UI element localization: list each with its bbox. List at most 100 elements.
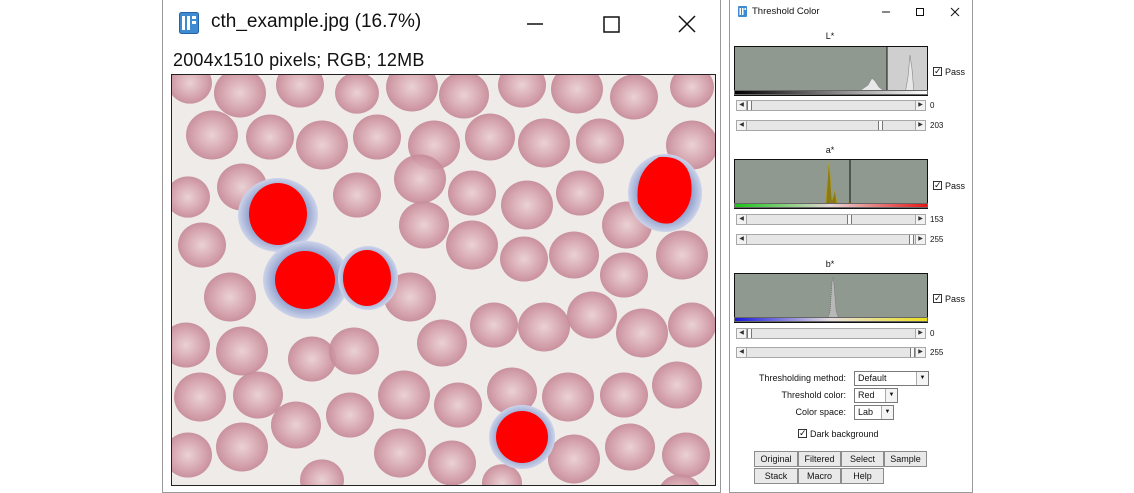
red-blood-cell [605,423,655,471]
red-blood-cell [662,432,710,478]
arrow-left-icon[interactable]: ◀ [737,329,747,338]
channel-label-l: L* [825,31,835,41]
color-space-label: Color space: [795,407,846,417]
red-blood-cell [542,372,594,422]
stack-button[interactable]: Stack [754,468,798,484]
slider-thumb[interactable] [909,235,914,244]
minimize-button[interactable] [515,8,555,40]
help-button[interactable]: Help [841,468,884,484]
threshold-color-dialog: Threshold Color L* Pass ◀▶ 0 ◀▶ 203 a* [729,0,973,493]
original-button[interactable]: Original [754,451,798,467]
slider-a-min[interactable]: ◀ ▶ [736,214,926,225]
slider-b-max[interactable]: ◀ ▶ [736,347,926,358]
thresholding-method-select[interactable]: Default ▼ [854,371,929,386]
slider-thumb[interactable] [878,121,883,130]
dialog-titlebar[interactable]: Threshold Color [730,0,972,24]
arrow-left-icon[interactable]: ◀ [737,215,747,224]
dark-background-checkbox[interactable]: Dark background [798,427,879,439]
red-blood-cell [616,308,668,358]
slider-thumb[interactable] [747,101,752,110]
thresholding-method-label: Thresholding method: [758,373,846,383]
pass-checkbox-l[interactable]: Pass [933,65,965,79]
image-canvas[interactable] [171,74,716,486]
macro-button[interactable]: Macro [798,468,841,484]
minimize-icon [527,23,543,25]
threshold-color-select[interactable]: Red ▼ [854,388,898,403]
red-blood-cell [329,327,379,375]
slider-thumb[interactable] [847,215,852,224]
red-blood-cell [288,336,336,382]
red-blood-cell [428,440,476,485]
maximize-icon [603,16,620,33]
slider-l-max[interactable]: ◀ ▶ [736,120,926,131]
red-blood-cell [600,372,648,418]
image-window: cth_example.jpg (16.7%) 2004x1510 pixels… [162,0,721,493]
red-blood-cell [216,422,268,472]
red-blood-cell [271,401,321,449]
slider-b-max-value: 255 [930,348,944,357]
select-button[interactable]: Select [841,451,884,467]
slider-b-min-value: 0 [930,329,935,338]
blood-smear-image [172,75,715,485]
histogram-a [734,159,928,209]
maximize-icon [916,8,924,16]
imagej-app-icon [738,6,747,17]
arrow-left-icon[interactable]: ◀ [737,348,747,357]
arrow-right-icon[interactable]: ▶ [915,121,925,130]
red-blood-cell [434,382,482,428]
close-button[interactable] [667,8,707,40]
red-blood-cell [501,180,553,230]
arrow-right-icon[interactable]: ▶ [915,329,925,338]
red-blood-cell [326,392,374,438]
arrow-left-icon[interactable]: ◀ [737,235,747,244]
red-blood-cell [610,75,658,120]
slider-thumb[interactable] [747,329,752,338]
dialog-minimize-button[interactable] [876,3,896,21]
red-blood-cell [446,220,498,270]
checkbox-checked-icon [933,292,942,304]
arrow-left-icon[interactable]: ◀ [737,101,747,110]
checkbox-checked-icon [933,65,942,77]
pass-checkbox-a[interactable]: Pass [933,179,965,193]
chevron-down-icon: ▼ [881,406,893,419]
red-blood-cell [378,370,430,420]
slider-l-min-value: 0 [930,101,935,110]
red-blood-cell [548,434,600,484]
channel-label-b: b* [825,259,835,269]
arrow-right-icon[interactable]: ▶ [915,215,925,224]
arrow-right-icon[interactable]: ▶ [915,101,925,110]
red-blood-cell [500,236,548,282]
chevron-down-icon: ▼ [916,372,928,385]
slider-l-min[interactable]: ◀ ▶ [736,100,926,111]
arrow-right-icon[interactable]: ▶ [915,348,925,357]
red-blood-cell [186,110,238,160]
arrow-right-icon[interactable]: ▶ [915,235,925,244]
red-blood-cell [567,291,617,339]
red-blood-cell [178,222,226,268]
arrow-left-icon[interactable]: ◀ [737,121,747,130]
slider-a-max[interactable]: ◀ ▶ [736,234,926,245]
slider-b-min[interactable]: ◀ ▶ [736,328,926,339]
histogram-b [734,273,928,323]
red-blood-cell [549,231,599,279]
gradient-bar-l [734,90,928,95]
red-blood-cell [246,114,294,160]
slider-l-max-value: 203 [930,121,944,130]
filtered-button[interactable]: Filtered [798,451,841,467]
sample-button[interactable]: Sample [884,451,927,467]
dialog-title: Threshold Color [752,6,820,17]
histogram-l [734,46,928,96]
red-blood-cell [518,118,570,168]
red-blood-cell [174,372,226,422]
image-window-titlebar[interactable]: cth_example.jpg (16.7%) [163,0,720,48]
red-blood-cell [448,170,496,216]
pass-checkbox-b[interactable]: Pass [933,292,965,306]
color-space-select[interactable]: Lab ▼ [854,405,894,420]
slider-a-max-value: 255 [930,235,944,244]
maximize-button[interactable] [591,8,631,40]
red-blood-cell [417,319,467,367]
dialog-close-button[interactable] [945,3,965,21]
red-blood-cell [353,114,401,160]
threshold-region [496,411,548,463]
dialog-maximize-button[interactable] [910,3,930,21]
